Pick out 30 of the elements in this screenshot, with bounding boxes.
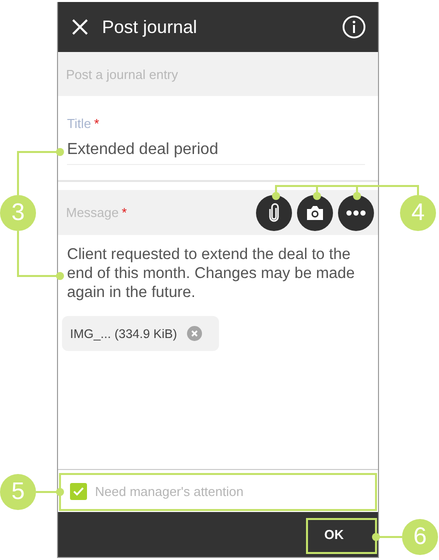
camera-icon <box>306 204 324 220</box>
ok-button[interactable]: OK <box>306 517 362 552</box>
check-icon <box>73 486 84 496</box>
title-field[interactable]: Extended deal period <box>67 141 365 165</box>
attachment-name: IMG_... (334.9 KiB) <box>70 326 177 340</box>
subtitle: Post a journal entry <box>66 66 178 82</box>
camera-button[interactable] <box>297 194 333 230</box>
leader-line <box>36 488 64 496</box>
callout-badge: 6 <box>402 519 438 555</box>
checkbox-label: Need manager's attention <box>95 484 244 498</box>
close-button[interactable] <box>72 19 88 35</box>
more-icon <box>346 210 366 216</box>
close-icon <box>72 19 88 35</box>
window-title: Post journal <box>102 16 198 38</box>
more-button[interactable] <box>338 194 374 230</box>
highlight-frame <box>306 518 377 554</box>
info-icon <box>342 15 366 39</box>
required-mark: * <box>122 205 127 220</box>
leader-line <box>372 533 402 541</box>
paperclip-icon <box>268 202 280 222</box>
required-mark: * <box>94 116 100 131</box>
remove-icon <box>186 326 202 341</box>
checkbox[interactable] <box>70 482 87 500</box>
callout-badge: 4 <box>400 195 436 231</box>
callout-badge: 5 <box>0 474 36 510</box>
info-button[interactable] <box>342 15 366 39</box>
attach-button[interactable] <box>256 194 292 230</box>
field-label: Title <box>67 116 92 131</box>
message-field[interactable]: Client requested to extend the deal to the end of this month. Changes may be made again in the future. <box>58 235 378 302</box>
callout-badge: 3 <box>0 195 36 231</box>
